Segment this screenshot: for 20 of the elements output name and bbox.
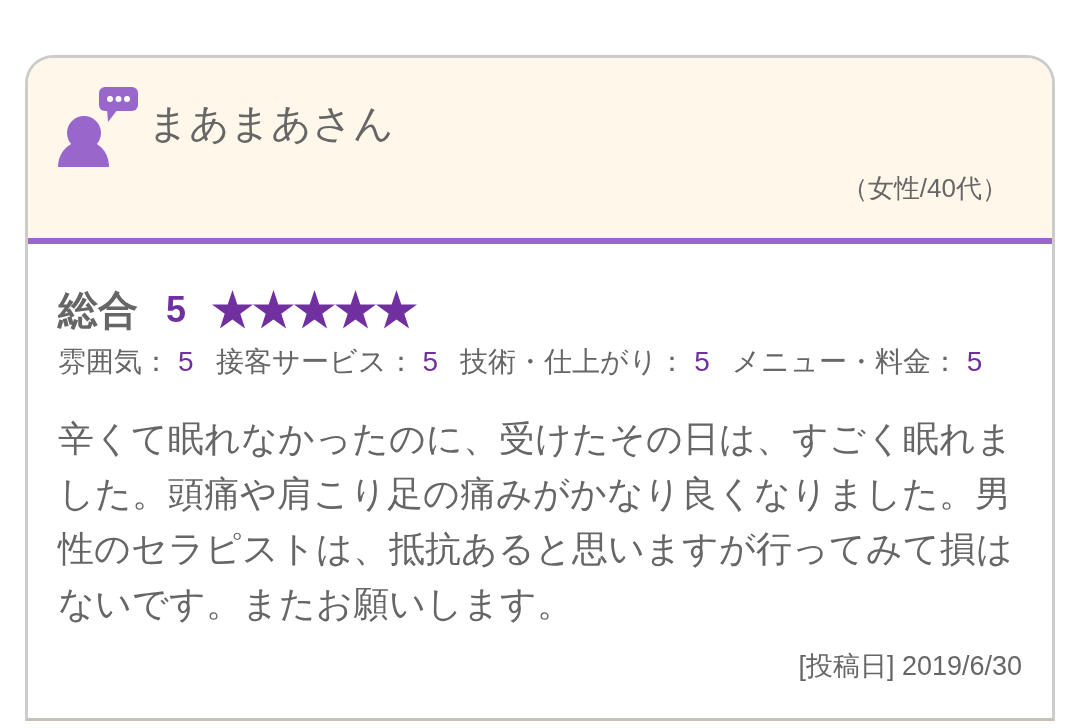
rating-value: 5 — [422, 346, 439, 378]
overall-score: 5 — [166, 289, 187, 331]
rating-label: メニュー・料金： — [731, 345, 959, 379]
rating-value: 5 — [966, 346, 983, 378]
star-icon — [253, 290, 295, 330]
rating-value: 5 — [694, 346, 710, 378]
rating-label: 雰囲気： — [58, 345, 170, 379]
user-speech-bubble-icon — [58, 87, 138, 167]
reviewer-name: まあまあさん — [148, 100, 394, 147]
overall-label: 総合 — [58, 286, 138, 334]
rating-label: 接客サービス： — [215, 345, 415, 379]
star-icon — [376, 290, 418, 330]
star-icon — [294, 290, 336, 330]
rating-label: 技術・仕上がり： — [460, 345, 687, 379]
posted-date: [投稿日] 2019/6/30 — [798, 650, 1022, 683]
review-comment: 辛くて眠れなかったのに、受けたその日は、すごく眠れました。頭痛や肩こり足の痛みがかなり良くなりました。男性のセラピストは、抵抗あると思いますが行ってみて損はないです。またお願いします。 — [58, 417, 1014, 626]
rating-value: 5 — [178, 346, 194, 378]
star-icon — [335, 290, 377, 330]
reviewer-demographic: （女性/40代） — [841, 173, 1008, 205]
star-icon — [212, 290, 254, 330]
